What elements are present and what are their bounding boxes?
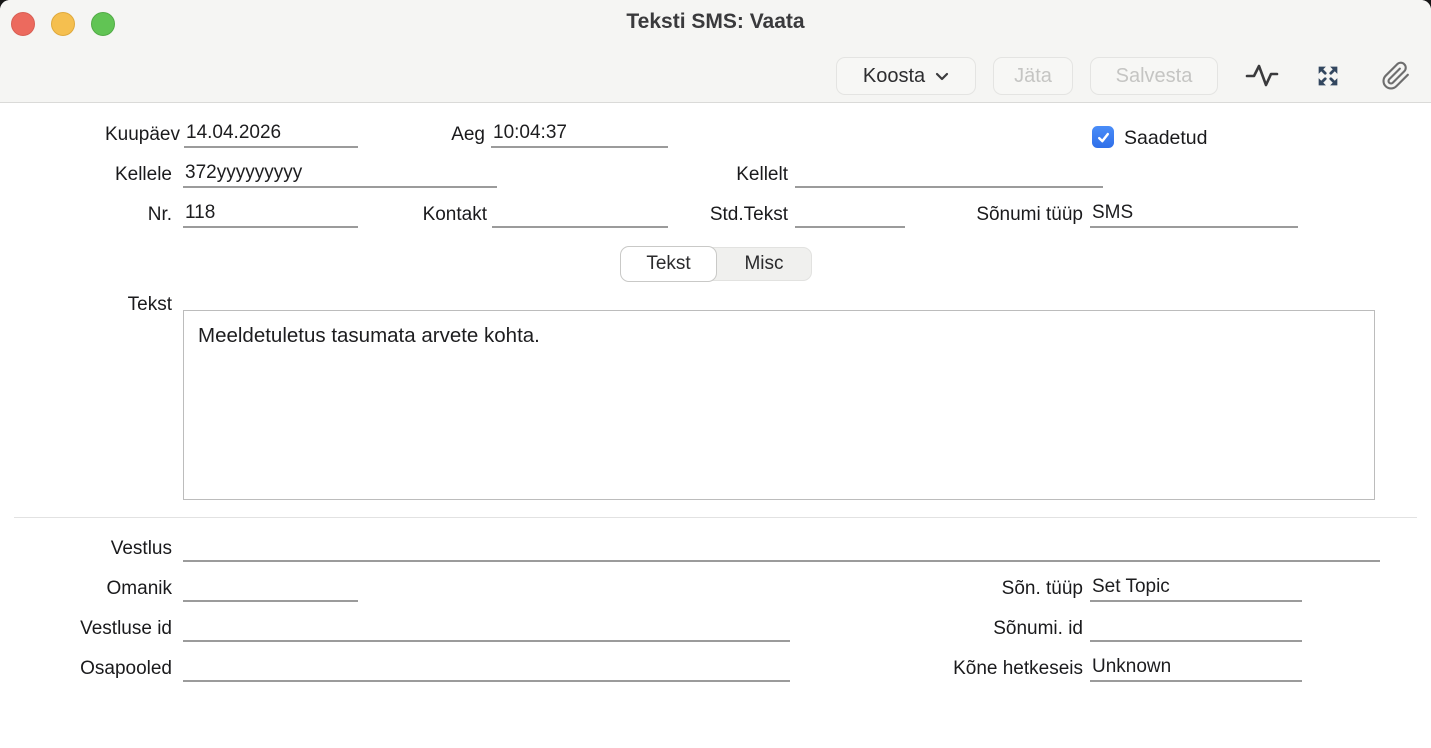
window-title: Teksti SMS: Vaata — [0, 10, 1431, 34]
vestluse-id-input[interactable] — [183, 615, 790, 642]
kellele-input[interactable] — [183, 161, 497, 188]
vestluse-id-label: Vestluse id — [40, 616, 172, 642]
osapooled-label: Osapooled — [40, 656, 172, 682]
nr-label: Nr. — [40, 202, 172, 228]
saadetud-label: Saadetud — [1124, 126, 1208, 150]
kellele-label: Kellele — [40, 162, 172, 188]
check-icon — [1096, 130, 1111, 145]
sonumi-id-label: Sõnumi. id — [900, 616, 1083, 642]
kuupaev-input[interactable] — [184, 121, 358, 148]
section-divider — [14, 517, 1417, 518]
nr-input[interactable] — [183, 201, 358, 228]
son-tuup-label: Sõn. tüüp — [900, 576, 1083, 602]
saadetud-checkbox[interactable] — [1092, 126, 1114, 148]
titlebar-toolbar: Teksti SMS: Vaata Koosta Jäta Salvesta — [0, 0, 1431, 103]
tab-tekst[interactable]: Tekst — [620, 246, 717, 282]
osapooled-input[interactable] — [183, 655, 790, 682]
vestlus-input[interactable] — [183, 535, 1380, 562]
aeg-input[interactable] — [491, 121, 668, 148]
kone-hetkeseis-label: Kõne hetkeseis — [870, 656, 1083, 682]
activity-icon[interactable] — [1244, 58, 1280, 94]
sonumi-tuup-label: Sõnumi tüüp — [900, 202, 1083, 228]
son-tuup-input[interactable] — [1090, 575, 1302, 602]
kontakt-label: Kontakt — [360, 202, 487, 228]
vestlus-label: Vestlus — [40, 536, 172, 562]
tab-misc-label: Misc — [744, 253, 783, 275]
jata-button-label: Jäta — [1014, 65, 1052, 88]
aeg-label: Aeg — [380, 122, 485, 148]
salvesta-button[interactable]: Salvesta — [1090, 57, 1218, 95]
sonumi-id-input[interactable] — [1090, 615, 1302, 642]
kone-hetkeseis-input[interactable] — [1090, 655, 1302, 682]
salvesta-button-label: Salvesta — [1116, 65, 1193, 88]
koosta-button[interactable]: Koosta — [836, 57, 976, 95]
sonumi-tuup-input[interactable] — [1090, 201, 1298, 228]
kellelt-input[interactable] — [795, 161, 1103, 188]
chevron-down-icon — [935, 72, 949, 81]
omanik-input[interactable] — [183, 575, 358, 602]
kellelt-label: Kellelt — [660, 162, 788, 188]
std-tekst-label: Std.Tekst — [660, 202, 788, 228]
koosta-button-label: Koosta — [863, 65, 925, 88]
tab-tekst-label: Tekst — [646, 253, 690, 275]
paperclip-icon[interactable] — [1378, 58, 1414, 94]
omanik-label: Omanik — [40, 576, 172, 602]
jata-button[interactable]: Jäta — [993, 57, 1073, 95]
std-tekst-input[interactable] — [795, 201, 905, 228]
kontakt-input[interactable] — [492, 201, 668, 228]
tekst-textarea[interactable]: Meeldetuletus tasumata arvete kohta. — [183, 310, 1375, 500]
tab-misc[interactable]: Misc — [716, 247, 812, 281]
kuupaev-label: Kuupäev — [40, 122, 180, 148]
tekst-misc-tabbar: Tekst Misc — [620, 247, 812, 281]
expand-icon[interactable] — [1310, 58, 1346, 94]
sms-view-window: Teksti SMS: Vaata Koosta Jäta Salvesta — [0, 0, 1431, 748]
tekst-label: Tekst — [40, 292, 172, 318]
